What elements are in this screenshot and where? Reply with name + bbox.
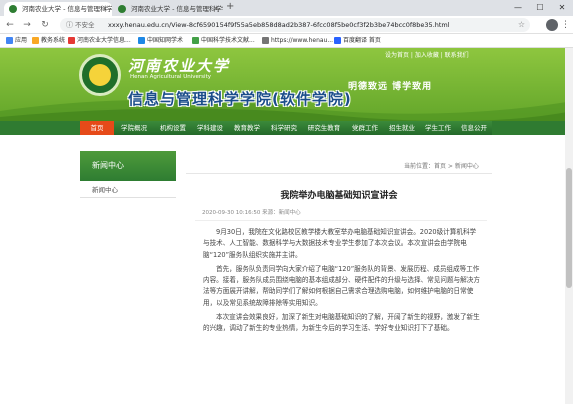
nav-bar-right-fill (492, 121, 573, 135)
content-divider (186, 173, 492, 174)
article-body: 9月30日，我院在文化路校区教学楼大教室举办电脑基础知识宣讲会。2020级计算机… (203, 227, 482, 338)
header-top-links[interactable]: 设为首页 | 加入收藏 | 联系我们 (385, 50, 469, 59)
site-favicon-icon (118, 5, 126, 13)
browser-tab-2[interactable]: 河南农业大学 - 信息与管理科学学院 ✕ (113, 2, 223, 16)
profile-avatar[interactable] (546, 19, 558, 31)
new-tab-button[interactable]: + (226, 1, 234, 12)
site-icon (192, 37, 199, 44)
apps-grid-icon (6, 37, 13, 44)
bookmark-item[interactable]: 百度翻译 首页 (334, 34, 381, 48)
nav-item[interactable]: 学科建设 (192, 121, 228, 135)
sidebar-title: 新闻中心 (80, 151, 176, 181)
maximize-window-button[interactable]: ☐ (529, 0, 551, 16)
info-icon[interactable]: ⓘ (66, 18, 73, 32)
bookmark-item[interactable]: 中国科学技术文献... (192, 34, 255, 48)
logo-emblem-icon (89, 64, 111, 86)
address-bar[interactable]: ⓘ 不安全 xxxy.henau.edu.cn/View-8cf6590154f… (60, 18, 530, 32)
folder-icon (32, 37, 39, 44)
bookmark-item[interactable]: https://www.henau... (262, 34, 333, 48)
nav-item[interactable]: 机构设置 (154, 121, 192, 135)
nav-item[interactable]: 教育教学 (228, 121, 266, 135)
nav-item[interactable]: 科学研究 (266, 121, 302, 135)
site-favicon-icon (9, 5, 17, 13)
bookmark-item[interactable]: 中国知网学术 (138, 34, 183, 48)
browser-toolbar: ← → ↻ ⓘ 不安全 xxxy.henau.edu.cn/View-8cf65… (0, 16, 573, 34)
baidu-icon (334, 37, 341, 44)
article-paragraph: 9月30日，我院在文化路校区教学楼大教室举办电脑基础知识宣讲会。2020级计算机… (203, 228, 477, 259)
globe-icon (262, 37, 269, 44)
university-english-name: Henan Agricultural University (130, 74, 211, 80)
close-tab-icon[interactable]: ✕ (213, 2, 219, 16)
bookmark-item[interactable]: 教务系统 (32, 34, 65, 48)
bookmark-apps[interactable]: 应用 (6, 34, 27, 48)
university-logo[interactable] (79, 54, 121, 96)
main-nav: 首页 学院概况 机构设置 学科建设 教育教学 科学研究 研究生教育 党群工作 招… (80, 121, 492, 135)
browser-tab-title: 河南农业大学 - 信息与管理科学学院 (131, 5, 223, 13)
nav-item[interactable]: 学院概况 (114, 121, 154, 135)
security-label: 不安全 (75, 21, 95, 29)
nav-item[interactable]: 学生工作 (420, 121, 456, 135)
nav-item[interactable]: 研究生教育 (302, 121, 346, 135)
nav-home[interactable]: 首页 (80, 121, 114, 135)
url-text[interactable]: xxxy.henau.edu.cn/View-8cf6590154f9f55a5… (108, 18, 450, 32)
site-header: 设为首页 | 加入收藏 | 联系我们 河南农业大学 Henan Agricult… (0, 48, 573, 121)
nav-item[interactable]: 党群工作 (346, 121, 384, 135)
browser-tab-1[interactable]: 河南农业大学 - 信息与管理科学学院 ✕ (4, 2, 112, 16)
browser-menu-icon[interactable]: ⋮ (561, 18, 570, 32)
tab-bar: 河南农业大学 - 信息与管理科学学院 ✕ 河南农业大学 - 信息与管理科学学院 … (0, 0, 573, 16)
meta-divider (195, 220, 487, 221)
web-page: 设为首页 | 加入收藏 | 联系我们 河南农业大学 Henan Agricult… (0, 48, 573, 404)
minimize-window-button[interactable]: — (507, 0, 529, 16)
sidebar-item-news[interactable]: 新闻中心 (80, 182, 176, 198)
scrollbar-thumb[interactable] (566, 168, 572, 288)
close-window-button[interactable]: ✕ (551, 0, 573, 16)
bookmark-star-icon[interactable]: ☆ (518, 18, 525, 32)
bookmark-item[interactable]: 河南农业大学信息... (68, 34, 131, 48)
article-paragraph: 本次宣讲会效果良好，加深了新生对电脑基础知识的了解，开阔了新生的视野，激发了新生… (203, 313, 480, 333)
close-tab-icon[interactable]: ✕ (102, 2, 108, 16)
university-name: 河南农业大学 (128, 57, 231, 75)
article-meta: 2020-09-30 10:16:50 来源：新闻中心 (202, 210, 301, 216)
site-icon (68, 37, 75, 44)
back-button[interactable]: ← (3, 18, 17, 32)
nav-item[interactable]: 招生就业 (384, 121, 420, 135)
college-name: 信息与管理科学学院(软件学院) (128, 90, 352, 108)
article-title: 我院举办电脑基础知识宣讲会 (280, 191, 398, 201)
nav-item[interactable]: 信息公开 (456, 121, 492, 135)
page-scrollbar[interactable] (565, 48, 573, 404)
breadcrumb[interactable]: 当前位置：首页 > 新闻中心 (404, 161, 479, 170)
bookmarks-bar: 应用 教务系统 河南农业大学信息... 中国知网学术 中国科学技术文献... h… (0, 34, 573, 48)
nav-bar-left-fill (0, 121, 80, 135)
forward-button[interactable]: → (20, 18, 34, 32)
reload-button[interactable]: ↻ (38, 18, 52, 32)
browser-tab-title: 河南农业大学 - 信息与管理科学学院 (22, 5, 112, 13)
site-icon (138, 37, 145, 44)
college-motto: 明德致远 博学致用 (348, 82, 433, 92)
article-paragraph: 首先，服务队负责同学向大家介绍了电脑“120”服务队的背景、发展历程、成员组成等… (203, 264, 480, 307)
